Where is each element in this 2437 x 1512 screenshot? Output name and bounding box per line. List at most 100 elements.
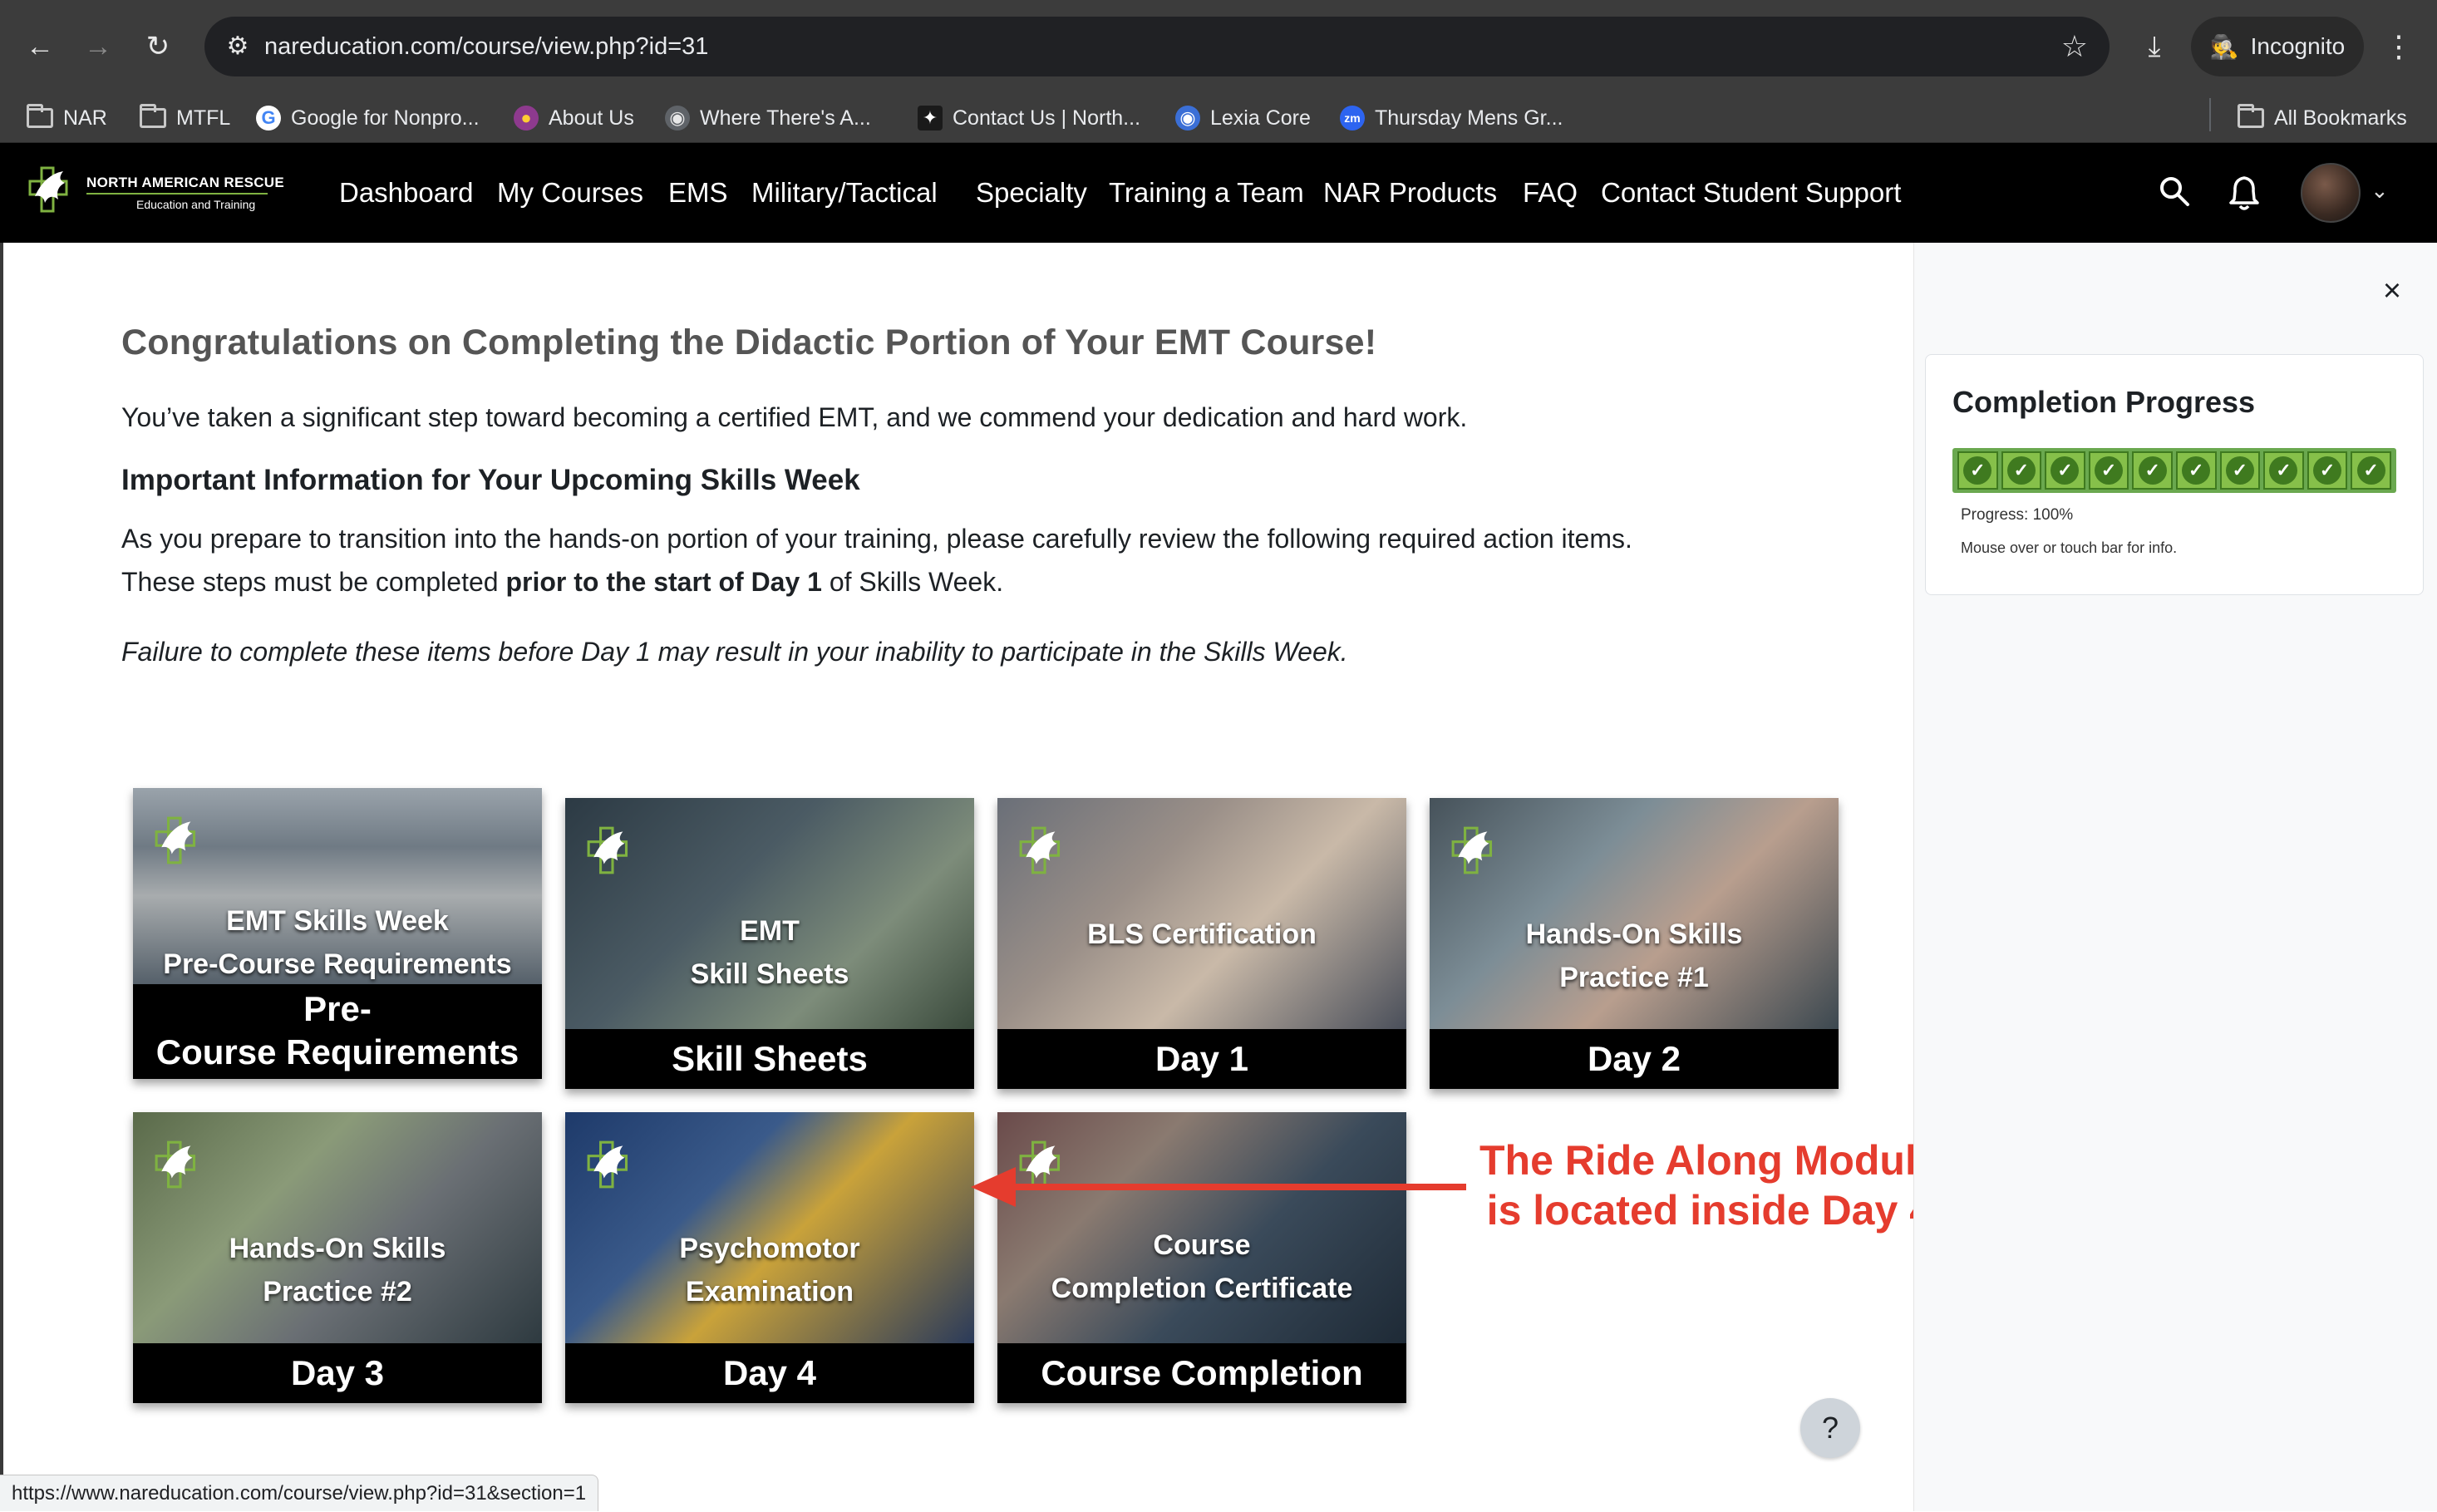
bookmarks-bar: NAR MTFL G Google for Nonpro... ● About … xyxy=(0,93,2437,143)
incognito-label: Incognito xyxy=(2250,33,2346,59)
site-logo[interactable]: NORTH AMERICAN RESCUE Education and Trai… xyxy=(27,163,284,223)
url-text[interactable]: nareducation.com/course/view.php?id=31 xyxy=(264,17,708,76)
progress-bar[interactable]: ✓ ✓ ✓ ✓ ✓ ✓ ✓ ✓ ✓ ✓ xyxy=(1952,448,2396,493)
all-bookmarks[interactable]: All Bookmarks xyxy=(2238,93,2407,143)
browser-toolbar: ← → ↻ ⚙ nareducation.com/course/view.php… xyxy=(0,0,2437,93)
bookmark-label: Google for Nonpro... xyxy=(291,106,480,130)
eagle-logo-icon xyxy=(155,816,196,864)
browser-menu-icon[interactable]: ⋮ xyxy=(2382,25,2415,68)
progress-segment[interactable]: ✓ xyxy=(2263,451,2304,490)
google-icon: G xyxy=(256,106,281,131)
user-avatar[interactable] xyxy=(2301,163,2361,223)
tile-overlay-title: BLS Certification xyxy=(1087,919,1317,950)
tile-caption: Pre- Course Requirements xyxy=(133,984,542,1079)
check-icon: ✓ xyxy=(2182,456,2211,485)
check-icon: ✓ xyxy=(2138,456,2167,485)
download-icon[interactable]: ⤓ xyxy=(2133,25,2176,68)
check-icon: ✓ xyxy=(2225,456,2254,485)
all-bookmarks-label: All Bookmarks xyxy=(2274,106,2407,130)
progress-segment[interactable]: ✓ xyxy=(1957,451,1998,490)
tile-skill-sheets[interactable]: EMT Skill Sheets Skill Sheets xyxy=(565,798,974,1089)
check-icon: ✓ xyxy=(2095,456,2124,485)
progress-segment[interactable]: ✓ xyxy=(2132,451,2173,490)
tile-pre-course-requirements[interactable]: EMT Skills Week Pre-Course Requirements … xyxy=(133,788,542,1079)
forward-icon[interactable]: → xyxy=(76,25,120,68)
tile-caption: Day 4 xyxy=(565,1343,974,1403)
intro-text: You’ve taken a significant step toward b… xyxy=(121,402,1468,432)
incognito-icon: 🕵 xyxy=(2209,33,2239,60)
site-info-icon[interactable]: ⚙ xyxy=(221,30,254,63)
globe-icon: ◉ xyxy=(1175,106,1200,131)
eagle-logo-icon xyxy=(1451,826,1493,874)
tile-caption: Course Completion xyxy=(997,1343,1406,1403)
nav-contact-student-support[interactable]: Contact Student Support xyxy=(1601,143,1901,243)
folder-icon xyxy=(140,104,166,128)
tile-caption-line2: Course Requirements xyxy=(155,1032,519,1071)
bookmark-lexia-core[interactable]: ◉ Lexia Core xyxy=(1175,93,1311,143)
bookmark-label: Where There's A... xyxy=(700,106,871,130)
logo-subtitle: Education and Training xyxy=(136,198,256,211)
bookmark-contact-us[interactable]: ✦ Contact Us | North... xyxy=(918,93,1140,143)
close-icon[interactable]: × xyxy=(2377,275,2407,307)
progress-segment[interactable]: ✓ xyxy=(2351,451,2391,490)
instructions-text: As you prepare to transition into the ha… xyxy=(121,524,1632,554)
tile-overlay-title: EMT xyxy=(740,915,800,947)
eagle-logo-icon xyxy=(28,166,68,213)
progress-segment[interactable]: ✓ xyxy=(2088,451,2129,490)
tile-caption: Day 2 xyxy=(1430,1029,1839,1089)
tile-course-completion[interactable]: Course Completion Certificate Course Com… xyxy=(997,1112,1406,1403)
tile-overlay-subtitle: Skill Sheets xyxy=(690,958,849,990)
nav-dashboard[interactable]: Dashboard xyxy=(339,143,473,243)
instructions-part: of Skills Week. xyxy=(821,567,1004,597)
folder-icon xyxy=(27,104,53,128)
nav-military-tactical[interactable]: Military/Tactical xyxy=(751,143,938,243)
bookmark-about-us[interactable]: ● About Us xyxy=(514,93,634,143)
progress-segment[interactable]: ✓ xyxy=(2045,451,2085,490)
bookmark-google-nonprofits[interactable]: G Google for Nonpro... xyxy=(256,93,480,143)
progress-segment[interactable]: ✓ xyxy=(2001,451,2042,490)
progress-segment[interactable]: ✓ xyxy=(2219,451,2261,490)
bookmark-thursday-mens[interactable]: zm Thursday Mens Gr... xyxy=(1340,93,1563,143)
tile-overlay-subtitle: Pre-Course Requirements xyxy=(163,948,512,980)
bookmark-nar[interactable]: NAR xyxy=(27,93,107,143)
chevron-down-icon[interactable]: ⌄ xyxy=(2371,178,2389,204)
nav-faq[interactable]: FAQ xyxy=(1523,143,1578,243)
bookmark-where-theres[interactable]: ◉ Where There's A... xyxy=(665,93,871,143)
annotation-line-1: The Ride Along Module xyxy=(1479,1137,1940,1184)
tile-day-2[interactable]: Hands-On Skills Practice #1 Day 2 xyxy=(1430,798,1839,1089)
tile-overlay-title: EMT Skills Week xyxy=(226,905,449,937)
reload-icon[interactable]: ↻ xyxy=(136,25,180,68)
nav-my-courses[interactable]: My Courses xyxy=(497,143,643,243)
check-icon: ✓ xyxy=(2269,456,2298,485)
nav-nar-products[interactable]: NAR Products xyxy=(1323,143,1497,243)
nav-ems[interactable]: EMS xyxy=(668,143,728,243)
annotation-line-2: is located inside Day 4 xyxy=(1486,1187,1932,1234)
incognito-button[interactable]: 🕵 Incognito xyxy=(2191,17,2364,76)
search-icon[interactable] xyxy=(2158,175,2191,208)
tile-overlay-title: Hands-On Skills xyxy=(1525,919,1743,950)
instructions-part: These steps must be completed xyxy=(121,567,506,597)
progress-segment[interactable]: ✓ xyxy=(2175,451,2217,490)
site-icon: ● xyxy=(514,106,539,131)
tile-day-3[interactable]: Hands-On Skills Practice #2 Day 3 xyxy=(133,1112,542,1403)
tile-day-1[interactable]: BLS Certification Day 1 xyxy=(997,798,1406,1089)
bookmarks-divider xyxy=(2209,98,2211,131)
nav-training-a-team[interactable]: Training a Team xyxy=(1109,143,1304,243)
nav-specialty[interactable]: Specialty xyxy=(976,143,1087,243)
tile-overlay-title: Course xyxy=(1153,1229,1251,1261)
bell-icon[interactable] xyxy=(2228,175,2261,211)
address-bar[interactable]: ⚙ nareducation.com/course/view.php?id=31… xyxy=(204,17,2110,76)
bookmark-label: Lexia Core xyxy=(1210,106,1311,130)
tile-overlay-subtitle: Practice #1 xyxy=(1559,962,1709,993)
bookmark-star-icon[interactable]: ☆ xyxy=(2061,17,2088,76)
back-icon[interactable]: ← xyxy=(18,25,62,68)
help-button[interactable]: ? xyxy=(1800,1398,1860,1458)
bookmark-mtfl[interactable]: MTFL xyxy=(140,93,230,143)
tile-day-4[interactable]: Psychomotor Examination Day 4 xyxy=(565,1112,974,1403)
instructions-text-2: These steps must be completed prior to t… xyxy=(121,567,1003,598)
globe-icon: ◉ xyxy=(665,106,690,131)
warning-text: Failure to complete these items before D… xyxy=(121,637,1348,667)
progress-segment[interactable]: ✓ xyxy=(2307,451,2348,490)
check-icon: ✓ xyxy=(2356,456,2385,485)
tile-caption: Day 3 xyxy=(133,1343,542,1403)
